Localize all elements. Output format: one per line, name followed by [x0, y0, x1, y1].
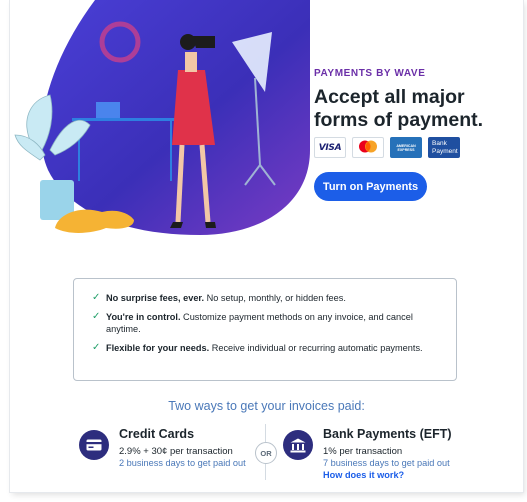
credit-cards-payout: 2 business days to get paid out: [119, 458, 246, 468]
bank-payment-logo: Bank Payment: [428, 137, 460, 158]
how-does-it-work-link[interactable]: How does it work?: [323, 469, 452, 481]
hero-illustration: [14, 0, 310, 235]
benefit-item: ✓ You're in control. Customize payment m…: [92, 310, 413, 335]
credit-card-icon: [79, 430, 109, 460]
page-headline: Accept all major forms of payment.: [314, 86, 484, 131]
payments-page: PAYMENTS BY WAVE Accept all major forms …: [10, 0, 523, 492]
bank-payments-fee: 1% per transaction: [323, 446, 403, 457]
two-ways-heading: Two ways to get your invoices paid:: [168, 399, 365, 413]
eyebrow-label: PAYMENTS BY WAVE: [314, 68, 426, 79]
bank-payments-title: Bank Payments (EFT): [323, 427, 452, 441]
or-divider: OR: [255, 424, 277, 480]
credit-cards-title: Credit Cards: [119, 427, 195, 441]
benefit-item: ✓ Flexible for your needs. Receive indiv…: [92, 341, 423, 353]
benefit-item: ✓ No surprise fees, ever. No setup, mont…: [92, 292, 346, 303]
desk: [72, 118, 182, 121]
laptop: [96, 102, 120, 118]
bank-payments-payout: 7 business days to get paid out: [323, 458, 450, 468]
bank-icon: [283, 430, 313, 460]
mastercard-logo: [352, 137, 384, 158]
credit-cards-option: Credit Cards 2.9% + 30¢ per transaction …: [79, 426, 246, 469]
credit-cards-fee: 2.9% + 30¢ per transaction: [119, 446, 233, 457]
check-icon: ✓: [92, 341, 101, 353]
check-icon: ✓: [92, 292, 101, 303]
bank-payments-option: Bank Payments (EFT) 1% per transaction 7…: [283, 426, 452, 481]
amex-logo: AMERICAN EXPRESS: [390, 137, 422, 158]
benefits-box: ✓ No surprise fees, ever. No setup, mont…: [73, 278, 457, 381]
payment-method-badges: VISA AMERICAN EXPRESS Bank Payment: [314, 137, 460, 158]
check-icon: ✓: [92, 310, 101, 322]
visa-logo: VISA: [314, 137, 346, 158]
or-badge: OR: [255, 442, 277, 464]
turn-on-payments-button[interactable]: Turn on Payments: [314, 172, 427, 201]
